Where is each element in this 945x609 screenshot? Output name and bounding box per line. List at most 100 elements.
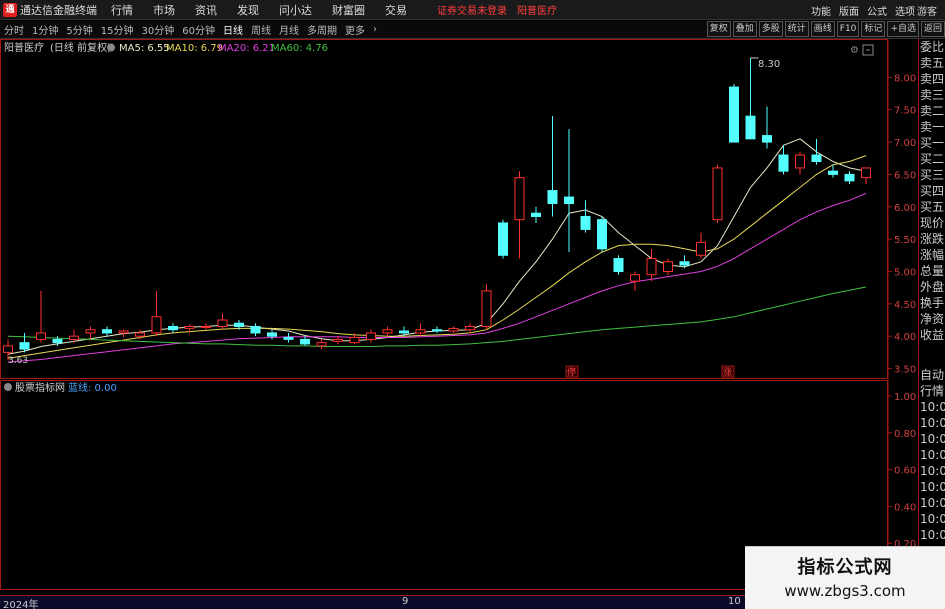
price-tick-label: 6.00: [894, 203, 916, 214]
tool-draw[interactable]: 画线: [810, 21, 835, 37]
candle[interactable]: [448, 326, 459, 333]
chart-desc: (日线 前复权): [50, 41, 111, 54]
menu-function[interactable]: 功能: [811, 3, 831, 18]
candle[interactable]: [250, 323, 261, 337]
stock-name: 阳普医疗: [4, 41, 44, 54]
candle[interactable]: [712, 164, 723, 223]
candle-body-down: [778, 154, 789, 172]
menu-wealth[interactable]: 财富圈: [332, 2, 365, 18]
quote-field: 收益: [920, 328, 945, 342]
candle[interactable]: [102, 326, 112, 337]
candle[interactable]: [316, 339, 327, 350]
period-15min[interactable]: 15分钟: [97, 22, 138, 37]
candle[interactable]: [300, 336, 310, 346]
candle[interactable]: [564, 129, 574, 253]
candle-body-down: [828, 170, 838, 175]
menu-trade[interactable]: 交易: [385, 2, 407, 18]
period-monthly[interactable]: 月线: [275, 22, 303, 37]
menu-discover[interactable]: 发现: [237, 2, 259, 18]
period-multi[interactable]: 多周期: [303, 22, 341, 37]
tool-f10[interactable]: F10: [836, 21, 860, 37]
period-1min[interactable]: 1分钟: [28, 22, 62, 37]
candle-body-up: [201, 325, 211, 328]
candle[interactable]: [36, 290, 46, 343]
candle[interactable]: [432, 326, 442, 333]
tool-adjust[interactable]: 复权: [706, 21, 731, 37]
candle[interactable]: [646, 248, 657, 282]
candle[interactable]: [283, 332, 294, 343]
quote-field: 卖三: [920, 88, 945, 102]
candle[interactable]: [415, 323, 426, 337]
menu-market[interactable]: 市场: [153, 2, 175, 18]
candle-body-up: [663, 261, 673, 272]
candle[interactable]: [217, 313, 228, 330]
menu-options[interactable]: 选项: [895, 3, 915, 18]
period-60min[interactable]: 60分钟: [178, 22, 219, 37]
candle[interactable]: [795, 151, 805, 175]
tool-stats[interactable]: 统计: [784, 21, 809, 37]
candle[interactable]: [366, 329, 376, 343]
tool-mark[interactable]: 标记: [861, 21, 886, 37]
period-intraday[interactable]: 分时: [0, 22, 28, 37]
collapse-icon[interactable]: [862, 44, 874, 56]
candle[interactable]: [85, 326, 96, 340]
app-logo: 通: [3, 2, 17, 17]
candle[interactable]: [531, 206, 541, 223]
chevron-right-icon[interactable]: ›: [369, 24, 381, 35]
title-bar: 通 通达信金融终端 行情 市场 资讯 发现 问小达 财富圈 交易 证券交易未登录…: [0, 0, 945, 20]
candle[interactable]: [696, 232, 706, 259]
candle[interactable]: [762, 106, 772, 149]
login-status[interactable]: 证券交易未登录: [437, 2, 507, 17]
candle[interactable]: [597, 216, 607, 253]
tool-add-watch[interactable]: +自选: [887, 21, 919, 37]
candle[interactable]: [663, 258, 673, 275]
tool-back[interactable]: 返回: [920, 21, 945, 37]
indicator-gear-icon[interactable]: [4, 383, 12, 391]
period-30min[interactable]: 30分钟: [137, 22, 178, 37]
candle[interactable]: [514, 171, 525, 259]
candle-body-down: [399, 330, 409, 334]
tool-multi[interactable]: 多股: [758, 21, 783, 37]
candle[interactable]: [382, 326, 393, 337]
settings-icon[interactable]: ⚙: [850, 45, 859, 56]
candle[interactable]: [729, 83, 739, 143]
period-more[interactable]: 更多: [341, 22, 369, 37]
quote-field: 10:0: [920, 400, 945, 414]
quote-field: 行情: [920, 384, 945, 398]
candle[interactable]: [613, 255, 624, 275]
candle-body-down: [564, 196, 574, 205]
candle[interactable]: [498, 219, 508, 259]
gear-icon[interactable]: [107, 43, 115, 52]
app-name: 通达信金融终端: [20, 3, 97, 17]
period-5min[interactable]: 5分钟: [62, 22, 96, 37]
period-daily[interactable]: 日线: [219, 22, 247, 37]
menu-layout[interactable]: 版面: [839, 3, 859, 18]
price-tick-label: 4.50: [894, 300, 916, 311]
candle[interactable]: [861, 167, 871, 185]
quote-field: 涨幅: [920, 248, 945, 262]
quote-field: 买五: [920, 200, 945, 214]
candle-body-down: [844, 173, 855, 182]
candle[interactable]: [547, 116, 558, 217]
candle[interactable]: [745, 57, 756, 140]
candle[interactable]: [201, 323, 211, 330]
kline-chart[interactable]: 阳普医疗 (日线 前复权) MA5: 6.55 MA10: 6.79 MA20:…: [0, 39, 918, 379]
period-weekly[interactable]: 周线: [247, 22, 275, 37]
candle[interactable]: [151, 290, 162, 337]
guest-user[interactable]: 游客: [917, 3, 937, 18]
candle[interactable]: [465, 323, 475, 333]
menu-quotes[interactable]: 行情: [111, 2, 133, 18]
menu-ask[interactable]: 问小达: [279, 2, 312, 18]
candle[interactable]: [580, 200, 591, 233]
ma5-label: MA5: 6.55: [119, 43, 170, 54]
candle[interactable]: [844, 171, 855, 185]
candle-body-down: [498, 222, 508, 256]
candle[interactable]: [481, 284, 492, 330]
tool-overlay[interactable]: 叠加: [732, 21, 757, 37]
candle[interactable]: [168, 323, 178, 333]
menu-formula[interactable]: 公式: [867, 3, 887, 18]
candle[interactable]: [19, 332, 30, 353]
menu-news[interactable]: 资讯: [195, 2, 217, 18]
candle[interactable]: [811, 138, 822, 165]
candle[interactable]: [630, 271, 640, 291]
